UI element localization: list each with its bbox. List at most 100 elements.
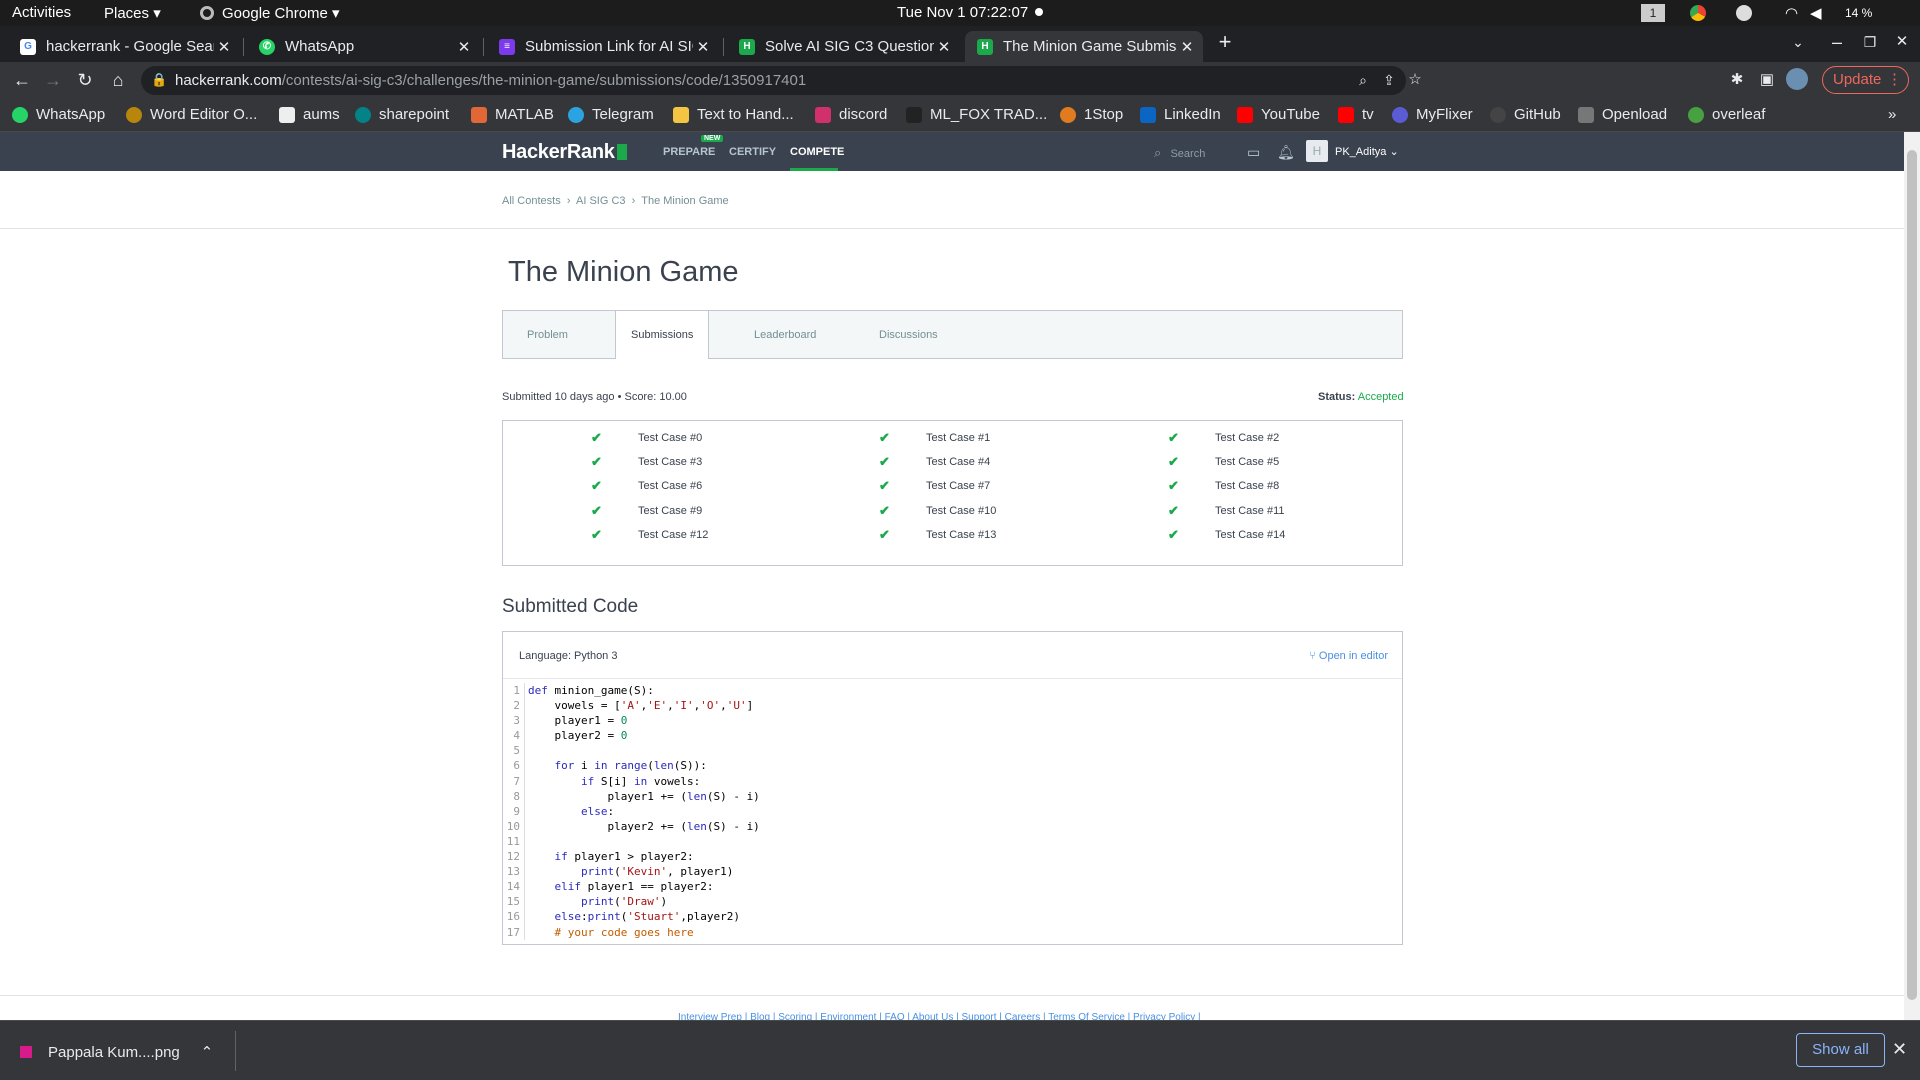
bookmark-word-editor[interactable]: Word Editor O...	[126, 106, 257, 123]
activities-button[interactable]: Activities	[12, 4, 71, 21]
bookmark-tv[interactable]: tv	[1338, 106, 1374, 123]
forward-icon[interactable]: →	[41, 68, 65, 92]
test-case-item[interactable]: ✔ Test Case #12	[591, 527, 708, 543]
minimize-button[interactable]: –	[1825, 30, 1849, 54]
breadcrumb-current[interactable]: The Minion Game	[641, 195, 728, 207]
url-text[interactable]: hackerrank.com/contests/ai-sig-c3/challe…	[175, 72, 806, 89]
test-case-item[interactable]: ✔ Test Case #8	[1168, 478, 1279, 494]
bookmark-whatsapp[interactable]: WhatsApp	[12, 106, 105, 123]
test-case-item[interactable]: ✔ Test Case #14	[1168, 527, 1285, 543]
close-icon[interactable]: ✕	[1892, 1039, 1907, 1060]
test-case-item[interactable]: ✔ Test Case #6	[591, 478, 702, 494]
new-tab-button[interactable]: +	[1213, 30, 1237, 54]
zoom-icon[interactable]: ⌕	[1351, 68, 1375, 92]
hackerrank-logo[interactable]: HackerRank	[502, 141, 627, 164]
test-case-item[interactable]: ✔ Test Case #5	[1168, 454, 1279, 470]
page-scrollbar[interactable]	[1904, 132, 1920, 1020]
bookmark-github[interactable]: GitHub	[1490, 106, 1561, 123]
tab-submission-link[interactable]: ≡ Submission Link for AI SIG ✕	[487, 31, 719, 62]
download-item[interactable]: Pappala Kum....png ⌃	[20, 1043, 213, 1061]
chevron-up-icon[interactable]: ⌃	[201, 1043, 214, 1061]
test-case-item[interactable]: ✔ Test Case #10	[879, 503, 996, 519]
notifications-bell-icon[interactable]: 🔔︎	[1277, 144, 1295, 161]
bookmark-ml-fox[interactable]: ML_FOX TRAD...	[906, 106, 1047, 123]
test-case-item[interactable]: ✔ Test Case #2	[1168, 430, 1279, 446]
address-bar[interactable]: 🔒 hackerrank.com/contests/ai-sig-c3/chal…	[141, 66, 1422, 95]
user-menu[interactable]: PK_Aditya ⌄	[1335, 145, 1399, 158]
clock[interactable]: Tue Nov 1 07:22:07	[897, 4, 1028, 21]
workspace-indicator[interactable]: 1	[1641, 4, 1665, 22]
nav-compete[interactable]: COMPETE	[790, 146, 844, 158]
home-icon[interactable]: ⌂	[106, 68, 130, 92]
maximize-button[interactable]: ❐	[1858, 30, 1882, 54]
bookmark-star-icon[interactable]: ☆	[1403, 68, 1427, 92]
tab-google-search[interactable]: Ghackerrank - Google Search✕	[8, 31, 240, 62]
test-case-item[interactable]: ✔ Test Case #7	[879, 478, 990, 494]
breadcrumb-ai-sig-c3[interactable]: AI SIG C3	[576, 195, 626, 207]
bookmark-myflixer[interactable]: MyFlixer	[1392, 106, 1473, 123]
scrollbar-thumb[interactable]	[1907, 150, 1917, 1000]
tab-discussions[interactable]: Discussions	[879, 329, 938, 341]
close-icon[interactable]: ✕	[1177, 38, 1197, 56]
tab-submissions[interactable]: Submissions	[615, 310, 710, 359]
bookmark-1stop[interactable]: 1Stop	[1060, 106, 1123, 123]
volume-icon[interactable]: ◀	[1810, 4, 1822, 22]
tray-app-icon[interactable]	[1736, 5, 1752, 21]
nav-certify[interactable]: CERTIFY	[729, 146, 776, 158]
bookmark-discord[interactable]: discord	[815, 106, 887, 123]
extensions-icon[interactable]: ✱	[1725, 68, 1749, 92]
close-icon[interactable]: ✕	[214, 38, 234, 56]
update-button[interactable]: Update ⋮	[1822, 66, 1909, 94]
code-text: print('Draw')	[580, 895, 668, 909]
battery-status[interactable]: 14 %	[1845, 6, 1872, 20]
bookmarks-overflow-icon[interactable]: »	[1888, 106, 1896, 123]
code-viewer[interactable]: 1 def minion_game(S): 2 vowels = ['A','E',…	[503, 679, 1402, 940]
bookmark-overleaf[interactable]: overleaf	[1688, 106, 1765, 123]
test-case-item[interactable]: ✔ Test Case #4	[879, 454, 990, 470]
test-case-item[interactable]: ✔ Test Case #3	[591, 454, 702, 470]
open-in-editor-link[interactable]: ⑂ Open in editor	[1309, 650, 1388, 662]
wifi-icon[interactable]: ◠	[1785, 4, 1798, 22]
bookmark-youtube[interactable]: YouTube	[1237, 106, 1320, 123]
side-panel-icon[interactable]: ▣	[1755, 68, 1779, 92]
tab-minion-game[interactable]: H The Minion Game Submissions✕	[965, 31, 1203, 62]
close-icon[interactable]: ✕	[454, 38, 474, 56]
tab-leaderboard[interactable]: Leaderboard	[754, 329, 816, 341]
bookmark-label: Text to Hand...	[697, 106, 794, 123]
tab-whatsapp[interactable]: ✆ WhatsApp ✕	[247, 31, 480, 62]
bookmark-openload[interactable]: Openload	[1578, 106, 1667, 123]
search-input[interactable]: ⌕ Search	[1154, 145, 1205, 161]
bookmark-sharepoint[interactable]: sharepoint	[355, 106, 449, 123]
test-case-item[interactable]: ✔ Test Case #1	[879, 430, 990, 446]
reload-icon[interactable]: ↻	[73, 68, 97, 92]
close-icon[interactable]: ✕	[693, 38, 713, 56]
avatar[interactable]: H	[1306, 140, 1328, 162]
test-case-item[interactable]: ✔ Test Case #11	[1168, 503, 1285, 519]
test-case-item[interactable]: ✔ Test Case #0	[591, 430, 702, 446]
bookmark-matlab[interactable]: MATLAB	[471, 106, 554, 123]
tab-title: Solve AI SIG C3 Questions	[765, 38, 934, 55]
nav-prepare[interactable]: PREPARE	[663, 146, 715, 158]
bookmark-linkedin[interactable]: LinkedIn	[1140, 106, 1221, 123]
close-icon[interactable]: ✕	[934, 38, 954, 56]
share-icon[interactable]: ⇪	[1377, 68, 1401, 92]
tab-search-icon[interactable]: ⌄	[1786, 30, 1810, 54]
profile-avatar[interactable]	[1786, 68, 1808, 90]
back-icon[interactable]: ←	[10, 68, 34, 92]
chrome-tray-icon[interactable]	[1690, 5, 1706, 21]
tab-solve-questions[interactable]: H Solve AI SIG C3 Questions ✕	[727, 31, 960, 62]
bookmark-text-to-hand[interactable]: Text to Hand...	[673, 106, 794, 123]
messages-icon[interactable]: ▭	[1247, 144, 1260, 161]
lock-icon[interactable]: 🔒	[151, 72, 167, 88]
bookmark-aums[interactable]: aums	[279, 106, 340, 123]
show-all-button[interactable]: Show all	[1796, 1033, 1885, 1067]
close-window-button[interactable]: ✕	[1890, 30, 1914, 54]
bookmark-telegram[interactable]: Telegram	[568, 106, 654, 123]
test-case-item[interactable]: ✔ Test Case #9	[591, 503, 702, 519]
test-case-item[interactable]: ✔ Test Case #13	[879, 527, 996, 543]
tab-problem[interactable]: Problem	[527, 329, 568, 341]
app-menu[interactable]: Google Chrome ▾	[200, 4, 340, 22]
footer-links[interactable]: Interview Prep | Blog | Scoring | Enviro…	[678, 1012, 1201, 1020]
breadcrumb-all-contests[interactable]: All Contests	[502, 195, 561, 207]
places-menu[interactable]: Places ▾	[104, 4, 161, 22]
